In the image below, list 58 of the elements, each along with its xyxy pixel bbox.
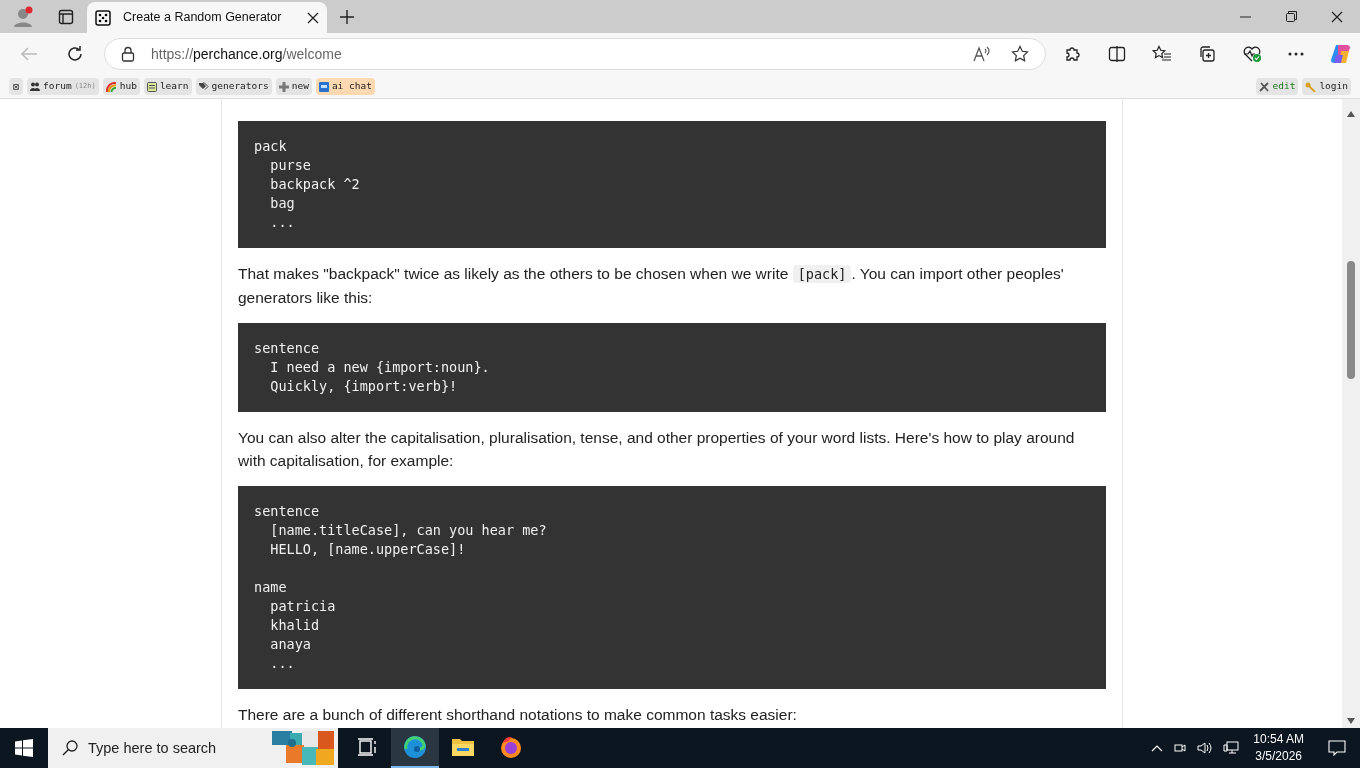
key-icon <box>1305 81 1317 92</box>
scrollbar[interactable] <box>1342 99 1360 728</box>
bookmark-link[interactable]: login <box>1302 78 1351 95</box>
code-block: pack purse backpack ^2 bag ... <box>238 121 1106 248</box>
network-icon[interactable] <box>1223 741 1240 755</box>
collections-icon[interactable] <box>1198 45 1216 63</box>
bookmark-link[interactable]: hub <box>102 78 140 95</box>
scrollbar-thumb[interactable] <box>1347 261 1355 379</box>
bookmark-link[interactable]: learn <box>143 78 192 95</box>
scroll-up-icon[interactable] <box>1347 111 1355 117</box>
search-icon <box>62 740 78 756</box>
people-icon <box>30 82 41 91</box>
tag-icon <box>198 82 209 91</box>
paragraph: That makes "backpack" twice as likely as the others to be chosen when we write [pack] . You can import other peoples' generators like this: <box>238 264 1065 308</box>
heart-pulse-icon[interactable] <box>1242 45 1262 63</box>
new-tab-icon[interactable] <box>339 8 355 25</box>
chevron-up-icon[interactable] <box>1151 744 1164 752</box>
restore-icon[interactable] <box>1285 11 1297 22</box>
code-block: sentence [name.titleCase], can you hear me? HELLO, [name.upperCase]! name patricia khalid anaya ... <box>238 486 1106 689</box>
notifications-icon[interactable] <box>1328 740 1346 756</box>
read-aloud-icon[interactable] <box>973 46 991 62</box>
copilot-icon[interactable] <box>1330 43 1352 65</box>
tab-title: Create a Random Generator <box>123 9 283 27</box>
tab-actions-icon[interactable] <box>58 8 74 25</box>
puzzle-icon[interactable] <box>1064 45 1082 63</box>
more-icon[interactable] <box>1288 52 1304 56</box>
close-icon[interactable] <box>1331 10 1343 23</box>
browser-tab[interactable]: Create a Random Generator <box>87 2 327 33</box>
notebook-icon <box>146 81 157 92</box>
minimize-icon[interactable] <box>1239 15 1251 18</box>
volume-icon[interactable] <box>1197 741 1214 755</box>
paragraph: You can also alter the capitalisation, pluralisation, tense, and other properties of your word lists. Here's how to play around with capitalisation, for example: <box>238 428 1076 471</box>
dice-icon <box>95 9 111 26</box>
favorites-icon[interactable] <box>1152 45 1172 63</box>
reload-icon[interactable] <box>66 45 84 63</box>
bookmark-link[interactable]: generators <box>195 78 272 95</box>
chat-window-icon <box>318 81 329 92</box>
hide-bar-button[interactable]: ⊠ <box>9 78 24 95</box>
edge-browser-icon[interactable] <box>391 728 439 768</box>
bookmark-link[interactable]: new <box>275 78 312 95</box>
bookmark-link[interactable]: edit <box>1255 78 1299 95</box>
code-block: sentence I need a new {import:noun}. Quickly, {import:verb}! <box>238 323 1106 412</box>
clock-time[interactable]: 10:54 AM <box>1253 731 1304 748</box>
paragraph: There are a bunch of different shorthand notations to make common tasks easier: <box>238 705 798 725</box>
windows-start-icon[interactable] <box>15 739 33 757</box>
url-text: https://perchance.org/welcome <box>151 44 342 64</box>
plus-icon <box>278 81 289 92</box>
camera-icon[interactable] <box>1173 741 1188 755</box>
star-icon[interactable] <box>1011 45 1029 63</box>
address-bar[interactable]: https://perchance.org/welcome <box>104 38 1046 70</box>
bookmark-link[interactable]: ai chat <box>315 78 375 95</box>
profile-icon[interactable] <box>11 5 34 28</box>
lock-icon <box>121 46 135 62</box>
clock-date[interactable]: 3/5/2026 <box>1255 748 1302 765</box>
close-icon[interactable] <box>307 11 319 24</box>
rainbow-icon <box>105 81 117 92</box>
scroll-down-icon[interactable] <box>1347 718 1355 724</box>
split-screen-icon[interactable] <box>1108 45 1126 63</box>
